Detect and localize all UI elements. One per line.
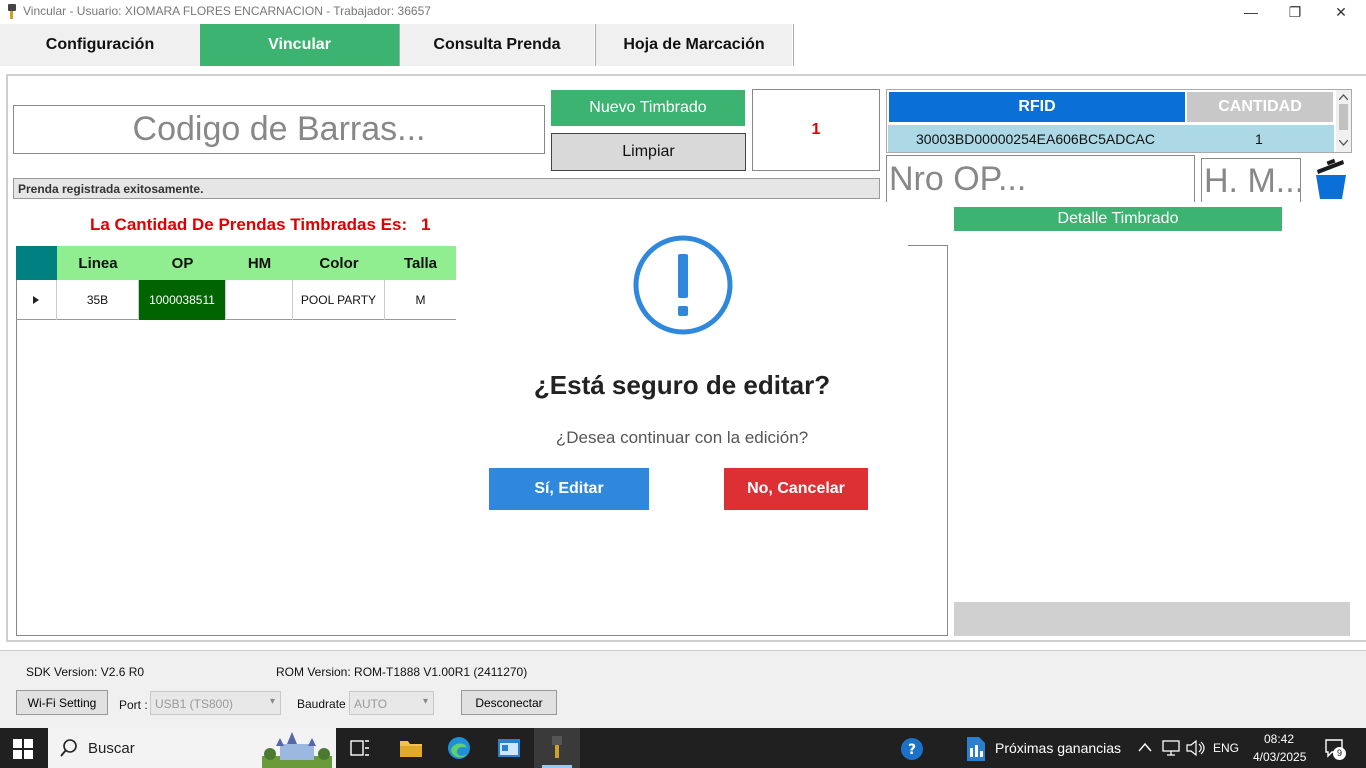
table-row[interactable]: 30003BD00000254EA606BC5ADCAC 1 bbox=[888, 125, 1334, 152]
rfid-column-header[interactable]: RFID bbox=[889, 92, 1185, 122]
cell-op[interactable]: 1000038511 bbox=[139, 280, 226, 320]
baudrate-select[interactable]: AUTO ▾ bbox=[349, 691, 434, 715]
op-input[interactable]: Nro OP... bbox=[886, 155, 1195, 202]
notification-center[interactable]: 9 bbox=[1324, 738, 1346, 760]
row-selector[interactable] bbox=[16, 280, 57, 320]
sdk-version: SDK Version: V2.6 R0 bbox=[26, 665, 145, 679]
port-select[interactable]: USB1 (TS800) ▾ bbox=[150, 691, 281, 715]
dialog-title: ¿Está seguro de editar? bbox=[533, 370, 831, 400]
language-indicator[interactable]: ENG bbox=[1213, 741, 1239, 755]
baudrate-label: Baudrate : bbox=[297, 697, 353, 711]
grid-border bbox=[908, 245, 948, 246]
rfid-scrollbar[interactable] bbox=[1336, 90, 1351, 152]
search-label: Buscar bbox=[88, 740, 135, 757]
cell-hm[interactable] bbox=[226, 280, 293, 320]
task-view-icon[interactable] bbox=[350, 738, 370, 758]
row-pointer-icon bbox=[33, 296, 39, 304]
cantidad-column-header[interactable]: CANTIDAD bbox=[1187, 92, 1333, 122]
file-explorer-icon[interactable] bbox=[399, 738, 423, 758]
windows-start-icon[interactable] bbox=[13, 739, 33, 759]
app-window-icon[interactable] bbox=[497, 738, 521, 758]
cell-talla[interactable]: M bbox=[385, 280, 456, 320]
tab-consulta-prenda[interactable]: Consulta Prenda bbox=[400, 24, 594, 66]
chevron-up-icon[interactable] bbox=[1138, 742, 1152, 752]
rom-version: ROM Version: ROM-T1888 V1.00R1 (2411270) bbox=[276, 665, 528, 679]
tab-hoja-de-marcacion[interactable]: Hoja de Marcación bbox=[596, 24, 792, 66]
stocks-widget-icon[interactable] bbox=[965, 736, 987, 762]
grid-corner bbox=[16, 246, 57, 280]
quantity-label: La Cantidad De Prendas Timbradas Es: bbox=[90, 215, 408, 234]
column-header-talla[interactable]: Talla bbox=[385, 246, 456, 280]
status-message: Prenda registrada exitosamente. bbox=[13, 178, 880, 199]
wifi-setting-button[interactable]: Wi-Fi Setting bbox=[16, 690, 108, 715]
active-app-tile[interactable] bbox=[534, 728, 580, 768]
tab-vincular[interactable]: Vincular bbox=[200, 24, 399, 66]
chevron-down-icon: ▾ bbox=[269, 696, 275, 707]
app-icon bbox=[8, 4, 16, 19]
limpiar-button[interactable]: Limpiar bbox=[551, 133, 746, 171]
network-icon[interactable] bbox=[1162, 740, 1180, 756]
tab-divider bbox=[793, 24, 794, 66]
detalle-footer bbox=[954, 602, 1350, 636]
clock-date[interactable]: 4/03/2025 bbox=[1253, 750, 1306, 764]
grid-header: Linea OP HM Color Talla bbox=[16, 246, 456, 280]
help-icon[interactable]: ? bbox=[900, 737, 924, 761]
port-value: USB1 (TS800) bbox=[155, 697, 234, 711]
tab-configuracion[interactable]: Configuración bbox=[0, 24, 200, 66]
notification-badge: 9 bbox=[1333, 747, 1346, 760]
window-title: Vincular - Usuario: XIOMARA FLORES ENCAR… bbox=[23, 4, 431, 18]
scanner-app-icon bbox=[552, 736, 562, 758]
quantity-value: 1 bbox=[421, 215, 431, 234]
port-label: Port : bbox=[119, 698, 148, 712]
chevron-down-icon: ▾ bbox=[422, 696, 428, 707]
disconnect-button[interactable]: Desconectar bbox=[461, 690, 557, 715]
warning-icon bbox=[633, 235, 733, 335]
castle-icon bbox=[262, 732, 332, 768]
clock-time[interactable]: 08:42 bbox=[1264, 732, 1294, 746]
scroll-up-icon[interactable] bbox=[1339, 94, 1348, 100]
cancel-button[interactable]: No, Cancelar bbox=[724, 468, 868, 510]
detalle-timbrado-header: Detalle Timbrado bbox=[954, 207, 1282, 231]
cell-linea[interactable]: 35B bbox=[57, 280, 139, 320]
hm-input[interactable]: H. M... bbox=[1201, 158, 1301, 202]
column-header-color[interactable]: Color bbox=[293, 246, 385, 280]
edge-browser-icon[interactable] bbox=[447, 736, 471, 760]
counter-display: 1 bbox=[752, 89, 880, 171]
column-header-hm[interactable]: HM bbox=[226, 246, 293, 280]
svg-text:?: ? bbox=[908, 742, 916, 758]
cell-color[interactable]: POOL PARTY bbox=[293, 280, 385, 320]
device-panel bbox=[0, 650, 1366, 728]
volume-icon[interactable] bbox=[1186, 740, 1206, 756]
restore-button[interactable]: ❐ bbox=[1272, 0, 1318, 24]
scroll-down-icon[interactable] bbox=[1339, 140, 1348, 146]
trash-icon[interactable] bbox=[1313, 158, 1349, 200]
search-icon bbox=[60, 739, 77, 757]
close-button[interactable]: ✕ bbox=[1318, 0, 1364, 24]
scroll-thumb[interactable] bbox=[1339, 104, 1348, 130]
table-row[interactable]: 35B 1000038511 POOL PARTY M bbox=[16, 280, 456, 320]
confirm-edit-button[interactable]: Sí, Editar bbox=[489, 468, 649, 510]
cantidad-cell: 1 bbox=[1255, 131, 1263, 147]
dialog-text: ¿Desea continuar con la edición? bbox=[555, 428, 809, 447]
column-header-linea[interactable]: Linea bbox=[57, 246, 139, 280]
column-header-op[interactable]: OP bbox=[139, 246, 226, 280]
nuevo-timbrado-button[interactable]: Nuevo Timbrado bbox=[551, 90, 745, 126]
minimize-button[interactable]: — bbox=[1228, 0, 1274, 24]
widget-text[interactable]: Próximas ganancias bbox=[995, 740, 1121, 756]
barcode-input[interactable]: Codigo de Barras... bbox=[13, 105, 545, 154]
baudrate-value: AUTO bbox=[354, 697, 388, 711]
rfid-cell: 30003BD00000254EA606BC5ADCAC bbox=[916, 131, 1155, 147]
